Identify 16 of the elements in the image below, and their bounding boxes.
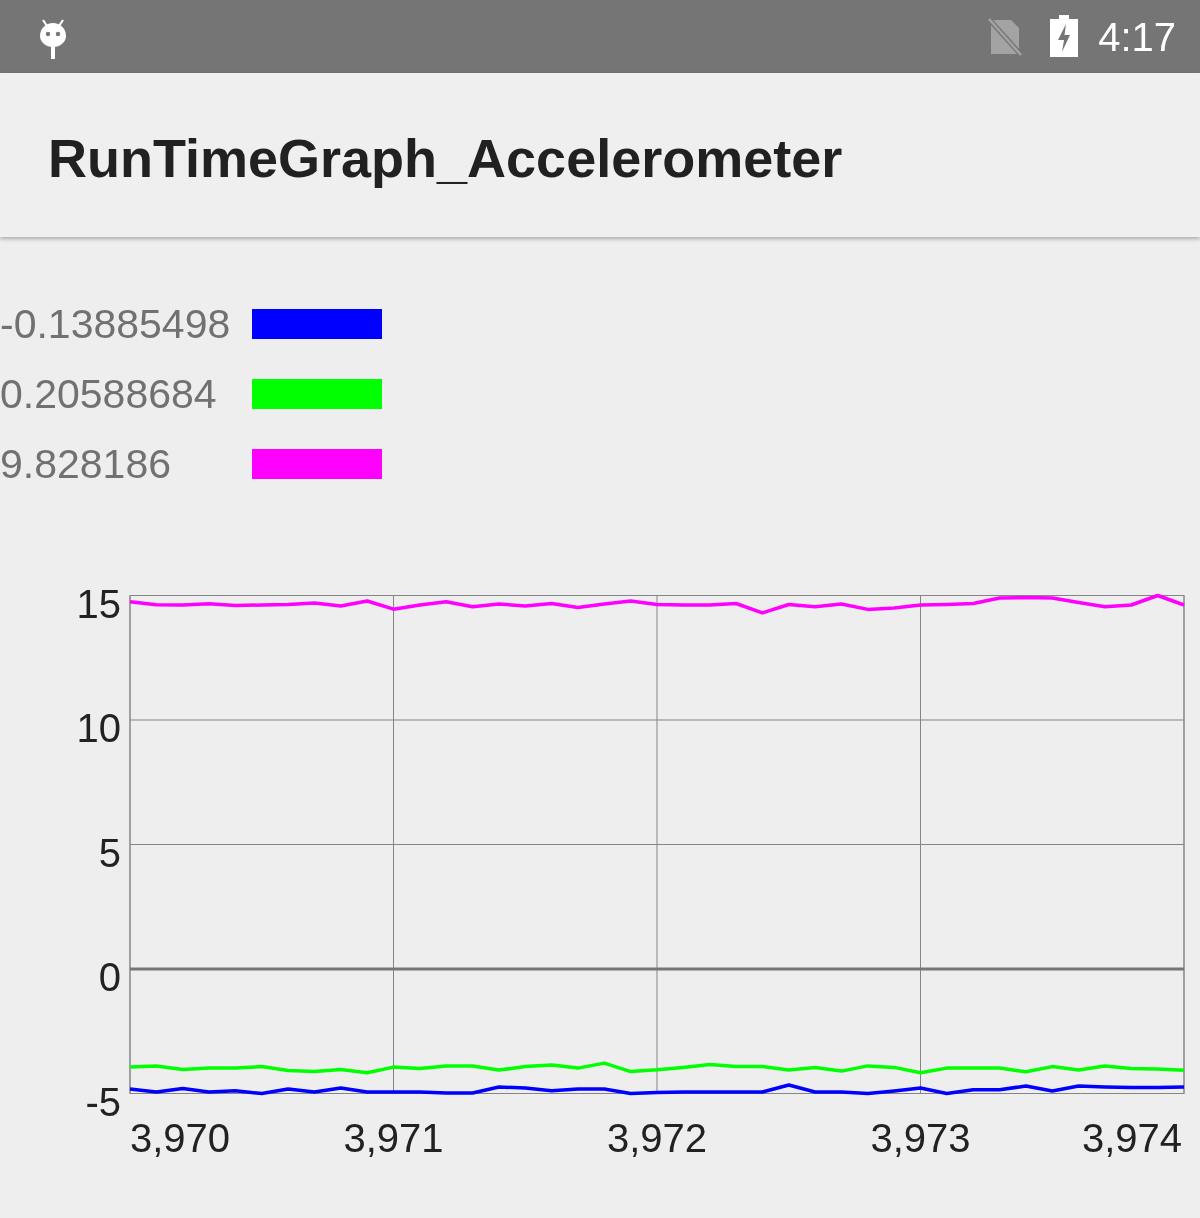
y-axis-label: 0: [98, 955, 121, 999]
y-axis-label: -5: [85, 1079, 121, 1124]
x-axis-label: 3,973: [870, 1116, 971, 1160]
legend-value: -0.13885498: [0, 303, 232, 345]
y-axis-label: 15: [76, 581, 121, 626]
x-axis-label: 3,974: [1081, 1116, 1182, 1160]
sim-card-slash-icon: [987, 16, 1024, 57]
legend-value: 9.828186: [0, 443, 172, 485]
battery-charging-icon: [1050, 14, 1079, 57]
status-time: 4:17: [1098, 16, 1176, 57]
x-axis-label: 3,971: [343, 1116, 444, 1160]
legend-value: 0.20588684: [0, 373, 218, 415]
y-axis-label: 10: [76, 706, 121, 750]
x-axis-label: 3,972: [606, 1116, 708, 1160]
y-axis-label: 5: [98, 830, 121, 875]
x-axis-label: 3,970: [130, 1116, 231, 1160]
